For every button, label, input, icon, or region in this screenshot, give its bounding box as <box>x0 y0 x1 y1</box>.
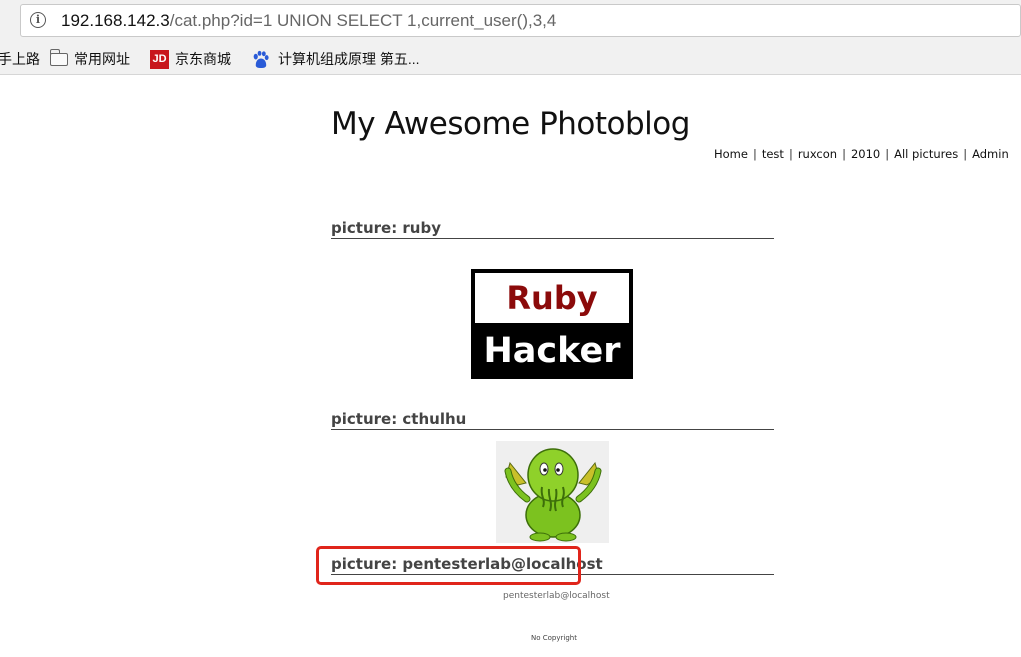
nav-separator: | <box>885 147 890 161</box>
bookmark-item-1[interactable]: 手上路 <box>0 50 40 68</box>
nav-separator: | <box>963 147 968 161</box>
nav-link-home[interactable]: Home <box>714 147 748 161</box>
picture-heading-cthulhu[interactable]: picture: cthulhu <box>331 410 774 430</box>
site-title: My Awesome Photoblog <box>331 106 690 142</box>
url-path: /cat.php?id=1 UNION SELECT 1,current_use… <box>169 11 557 30</box>
bookmark-label: 京东商城 <box>175 51 231 67</box>
hacker-logo-text: Hacker <box>483 331 621 371</box>
bookmark-item-3[interactable]: JD 京东商城 <box>150 49 231 69</box>
ruby-logo-text: Ruby <box>475 273 629 323</box>
url-input[interactable]: i 192.168.142.3/cat.php?id=1 UNION SELEC… <box>20 4 1021 37</box>
bookmarks-bar: 手上路 常用网址 JD 京东商城 计算机组成原理 第五... <box>0 44 1021 75</box>
picture-caption: pentesterlab@localhost <box>503 591 610 601</box>
jd-icon: JD <box>150 49 169 69</box>
address-bar: i 192.168.142.3/cat.php?id=1 UNION SELEC… <box>0 0 1021 44</box>
url-text[interactable]: 192.168.142.3/cat.php?id=1 UNION SELECT … <box>61 11 556 31</box>
cthulhu-image[interactable] <box>496 441 609 543</box>
bookmark-item-4[interactable]: 计算机组成原理 第五... <box>251 50 420 68</box>
nav-link-2010[interactable]: 2010 <box>851 147 880 161</box>
url-host: 192.168.142.3 <box>61 11 170 30</box>
bookmark-item-2[interactable]: 常用网址 <box>49 48 130 68</box>
nav-link-admin[interactable]: Admin <box>972 147 1009 161</box>
highlight-box <box>316 546 581 585</box>
nav-separator: | <box>788 147 793 161</box>
nav-link-ruxcon[interactable]: ruxcon <box>798 147 837 161</box>
baidu-paw-icon <box>253 50 269 68</box>
nav-link-all-pictures[interactable]: All pictures <box>894 147 958 161</box>
picture-heading-ruby[interactable]: picture: ruby <box>331 219 774 239</box>
nav-link-test[interactable]: test <box>762 147 784 161</box>
footer-text: No Copyright <box>531 634 577 642</box>
nav-separator: | <box>842 147 846 161</box>
info-icon[interactable]: i <box>30 12 46 28</box>
bookmark-label: 手上路 <box>0 51 40 67</box>
nav-separator: | <box>752 147 757 161</box>
ruby-hacker-image[interactable]: Ruby Hacker <box>471 269 633 379</box>
cthulhu-illustration <box>504 448 602 542</box>
nav-menu: Home | test | ruxcon | 2010 | All pictures | Admin <box>714 147 1009 161</box>
bookmark-label: 计算机组成原理 第五... <box>278 51 420 67</box>
bookmark-label: 常用网址 <box>74 51 130 67</box>
folder-icon <box>49 48 68 66</box>
